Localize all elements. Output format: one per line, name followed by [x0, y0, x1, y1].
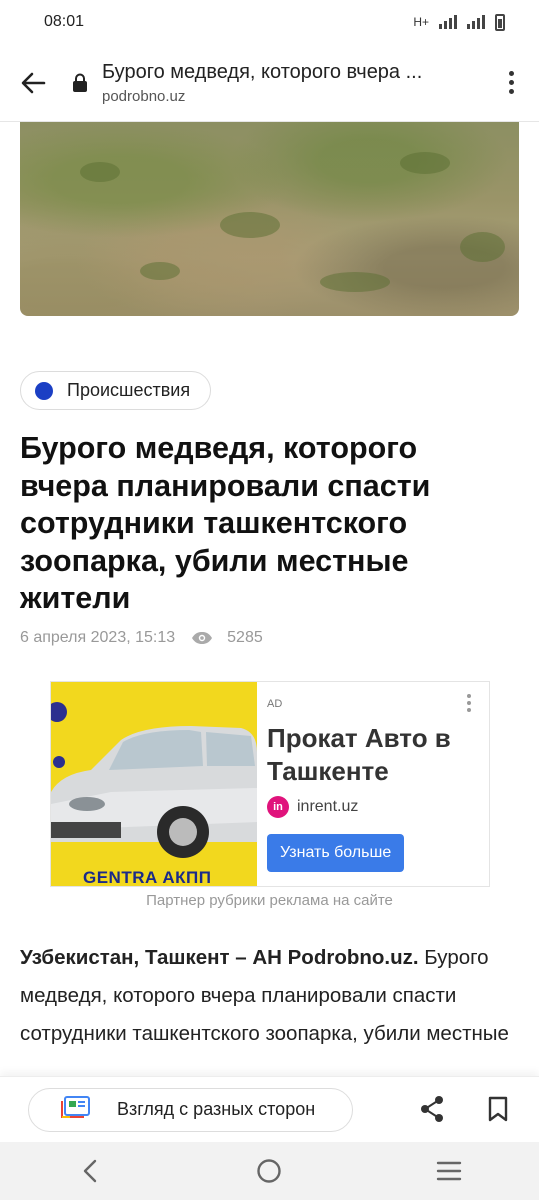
perspectives-label: Взгляд с разных сторон	[117, 1099, 316, 1119]
bookmark-icon	[488, 1096, 508, 1122]
article-lead: Узбекистан, Ташкент – АН Podrobno.uz.	[20, 946, 419, 969]
page-title: Бурого медведя, которого вчера ...	[102, 60, 423, 83]
nav-back-button[interactable]	[60, 1142, 120, 1200]
battery-icon	[495, 13, 505, 31]
article-date: 6 апреля 2023, 15:13	[20, 629, 176, 646]
signal-icon	[439, 15, 457, 29]
category-label: Происшествия	[67, 380, 191, 400]
eye-icon	[191, 631, 213, 645]
perspectives-icon	[61, 1095, 91, 1124]
signal-icon-2	[467, 15, 485, 29]
url-box[interactable]: Бурого медведя, которого вчера ... podro…	[66, 61, 483, 105]
arrow-left-icon	[21, 72, 46, 93]
share-button[interactable]	[412, 1076, 452, 1142]
ad-note: Партнер рубрики реклама на сайте	[146, 892, 393, 909]
recents-icon	[436, 1161, 462, 1181]
nav-recents-button[interactable]	[419, 1142, 479, 1200]
network-type: H+	[413, 15, 429, 29]
lock-icon	[66, 73, 94, 93]
system-nav-bar	[0, 1142, 539, 1200]
advertiser-logo-icon: in	[267, 796, 289, 818]
chevron-left-icon	[83, 1159, 97, 1183]
more-menu-button[interactable]	[483, 44, 539, 122]
car-illustration	[51, 702, 257, 858]
share-icon	[421, 1096, 443, 1122]
ad-image-caption: GENTRA АКПП	[83, 868, 212, 887]
ad-cta-button[interactable]: Узнать больше	[267, 834, 405, 872]
status-time: 08:01	[44, 13, 85, 30]
more-vert-icon	[508, 71, 514, 94]
browser-toolbar: Бурого медведя, которого вчера ... podro…	[0, 44, 539, 122]
ad-options-icon[interactable]	[467, 694, 471, 712]
ad-title[interactable]: Прокат Авто в Ташкенте	[267, 722, 477, 788]
perspectives-button[interactable]: Взгляд с разных сторон	[28, 1087, 353, 1132]
status-icons: H+	[413, 13, 505, 31]
ad-banner[interactable]: GENTRA АКПП AD Прокат Авто в Ташкенте in…	[50, 681, 490, 887]
ad-image[interactable]: GENTRA АКПП	[51, 682, 257, 887]
article-hero-image	[20, 122, 519, 316]
bottom-action-bar: Взгляд с разных сторон	[0, 1076, 539, 1142]
article-headline: Бурого медведя, которого вчера планирова…	[20, 431, 431, 615]
ad-body[interactable]: AD Прокат Авто в Ташкенте in inrent.uz У…	[257, 682, 489, 886]
status-bar: 08:01 H+	[0, 0, 539, 44]
nav-home-button[interactable]	[239, 1142, 299, 1200]
back-button[interactable]	[0, 44, 66, 122]
ad-advertiser[interactable]: in inrent.uz	[267, 796, 477, 818]
category-chip[interactable]: Происшествия	[20, 371, 212, 410]
advertiser-domain: inrent.uz	[297, 798, 359, 815]
ad-tag: AD	[267, 698, 283, 710]
bookmark-button[interactable]	[478, 1076, 518, 1142]
view-count: 5285	[227, 629, 263, 646]
article-meta: 6 апреля 2023, 15:13 5285	[20, 629, 263, 647]
article-body: Узбекистан, Ташкент – АН Podrobno.uz. Бу…	[20, 939, 520, 1053]
category-dot	[35, 381, 53, 400]
page-domain: podrobno.uz	[102, 87, 186, 105]
home-circle-icon	[257, 1159, 282, 1183]
